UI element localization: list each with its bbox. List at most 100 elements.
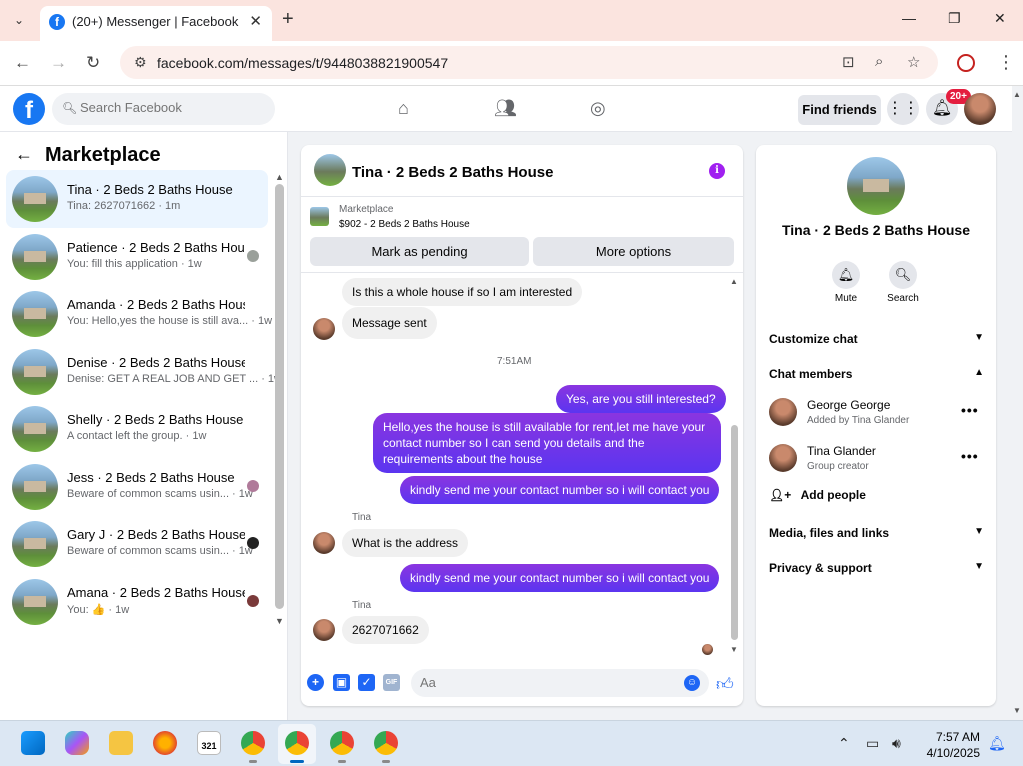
back-icon[interactable]: ←: [14, 53, 31, 73]
chat-name: Shelly · 2 Beds 2 Baths House: [67, 412, 244, 427]
restore-icon[interactable]: ❐: [948, 10, 961, 27]
chrome-icon[interactable]: [374, 731, 398, 755]
zoom-icon[interactable]: ⌕: [875, 53, 883, 70]
facebook-search[interactable]: 🔍︎: [52, 93, 275, 125]
mute-button[interactable]: 🔔︎ Mute: [821, 261, 871, 304]
thumbs-up-icon[interactable]: 👍︎: [716, 674, 734, 695]
member-options-icon[interactable]: •••: [961, 402, 979, 418]
member-avatar[interactable]: [769, 444, 797, 472]
groups-icon[interactable]: ◎: [590, 98, 606, 119]
chat-list-item[interactable]: Amana · 2 Beds 2 Baths House You: 👍 · 1w: [6, 573, 268, 631]
firefox-icon[interactable]: [153, 731, 177, 755]
outgoing-message: Yes, are you still interested?: [556, 385, 726, 413]
member-options-icon[interactable]: •••: [961, 448, 979, 464]
chat-list-panel: ← Marketplace Tina · 2 Beds 2 Baths Hous…: [0, 132, 288, 720]
listing-thumbnail[interactable]: [310, 207, 329, 226]
message-composer[interactable]: ☺: [411, 669, 709, 697]
calendar-app-icon[interactable]: 321: [197, 731, 221, 755]
minimize-icon[interactable]: —: [902, 10, 916, 26]
info-icon[interactable]: i: [709, 163, 725, 179]
member-avatar[interactable]: [769, 398, 797, 426]
tab-search-dropdown-icon[interactable]: ⌄: [8, 9, 30, 31]
bell-icon[interactable]: 🔔︎: [832, 261, 860, 289]
privacy-support-section[interactable]: Privacy & support ▼: [769, 561, 984, 575]
chat-members-section[interactable]: Chat members ▲: [769, 367, 984, 381]
close-window-icon[interactable]: ✕: [994, 10, 1006, 27]
notification-center-icon[interactable]: 🔔︎: [988, 735, 1006, 752]
customize-chat-section[interactable]: Customize chat ▼: [769, 332, 984, 346]
chevron-down-icon: ▼: [974, 332, 984, 343]
copilot-icon[interactable]: [65, 731, 89, 755]
chrome-icon[interactable]: [241, 731, 265, 755]
address-bar[interactable]: ⚙ facebook.com/messages/t/94480388219005…: [120, 46, 938, 79]
search-icon[interactable]: 🔍︎: [889, 261, 917, 289]
browser-menu-icon[interactable]: ⋮: [997, 52, 1015, 73]
browser-profile-icon[interactable]: [957, 54, 975, 72]
file-explorer-icon[interactable]: [109, 731, 133, 755]
sender-avatar[interactable]: [313, 318, 335, 340]
url-text[interactable]: facebook.com/messages/t/9448038821900547: [157, 55, 448, 71]
tab-close-icon[interactable]: ✕: [249, 12, 262, 30]
search-conversation-button[interactable]: 🔍︎ Search: [878, 261, 928, 304]
tray-chevron-up-icon[interactable]: ⌃: [838, 735, 850, 752]
messages-scrollbar[interactable]: [731, 425, 738, 640]
browser-toolbar: ← → ↻ ⚙ facebook.com/messages/t/94480388…: [0, 41, 1023, 86]
chrome-icon[interactable]: [330, 731, 354, 755]
sender-avatar[interactable]: [313, 532, 335, 554]
more-options-button[interactable]: More options: [533, 237, 734, 266]
windows-start-icon[interactable]: [21, 731, 45, 755]
conversation-title[interactable]: Tina · 2 Beds 2 Baths House: [352, 164, 553, 181]
browser-tab[interactable]: f (20+) Messenger | Facebook ✕: [40, 6, 272, 41]
member-name[interactable]: George George: [807, 398, 890, 412]
chrome-icon[interactable]: [285, 731, 309, 755]
messages-scroll-down-icon[interactable]: ▼: [730, 645, 738, 654]
gif-icon[interactable]: GIF: [383, 674, 400, 691]
messages-scroll-up-icon[interactable]: ▲: [730, 277, 738, 286]
list-scroll-up-icon[interactable]: ▲: [275, 172, 284, 182]
member-name[interactable]: Tina Glander: [807, 444, 876, 458]
listing-title[interactable]: $902 - 2 Beds 2 Baths House: [339, 219, 470, 230]
photo-icon[interactable]: ▣: [333, 674, 350, 691]
house-thumbnail: [12, 233, 58, 280]
chat-list-item[interactable]: Amanda · 2 Beds 2 Baths House You: Hello…: [6, 285, 272, 343]
home-icon[interactable]: ⌂: [398, 98, 409, 119]
back-arrow-icon[interactable]: ←: [15, 144, 33, 165]
mark-as-pending-button[interactable]: Mark as pending: [310, 237, 529, 266]
new-tab-icon[interactable]: +: [282, 8, 294, 31]
chat-list-item[interactable]: Tina · 2 Beds 2 Baths House Tina: 262707…: [6, 170, 268, 228]
chat-list-item[interactable]: Shelly · 2 Beds 2 Baths House A contact …: [6, 400, 268, 458]
sticker-icon[interactable]: ✓: [358, 674, 375, 691]
sender-avatar[interactable]: [313, 619, 335, 641]
network-icon[interactable]: ▭: [866, 735, 879, 752]
media-files-section[interactable]: Media, files and links ▼: [769, 526, 984, 540]
conversation-thumbnail[interactable]: [314, 154, 346, 186]
clock-date[interactable]: 4/10/2025: [921, 746, 980, 760]
facebook-logo-icon[interactable]: f: [13, 93, 45, 125]
reload-icon[interactable]: ↻: [86, 53, 100, 73]
list-scroll-down-icon[interactable]: ▼: [275, 616, 284, 626]
add-people-button[interactable]: 👤︎+ Add people: [769, 488, 866, 502]
friends-icon[interactable]: 👥︎: [494, 98, 517, 119]
bookmark-star-icon[interactable]: ☆: [907, 53, 920, 71]
chat-list-item[interactable]: Gary J · 2 Beds 2 Baths House Beware of …: [6, 515, 268, 573]
site-info-icon[interactable]: ⚙: [134, 54, 147, 71]
install-app-icon[interactable]: ⊡: [842, 53, 855, 71]
volume-icon[interactable]: 🔊︎: [892, 735, 901, 752]
message-input[interactable]: [420, 675, 660, 690]
forward-icon[interactable]: →: [50, 53, 67, 73]
chat-list-item[interactable]: Patience · 2 Beds 2 Baths Hou... You: fi…: [6, 228, 268, 286]
add-person-icon: 👤︎+: [769, 488, 792, 502]
chat-list-item[interactable]: Denise · 2 Beds 2 Baths House Denise: GE…: [6, 343, 282, 401]
emoji-icon[interactable]: ☺: [684, 675, 700, 691]
page-scroll-up-icon[interactable]: ▲: [1013, 90, 1021, 99]
page-scroll-down-icon[interactable]: ▼: [1013, 706, 1021, 715]
chat-list-scrollbar[interactable]: [275, 184, 284, 609]
clock-time[interactable]: 7:57 AM: [928, 730, 980, 744]
message-line: requirements about the house: [383, 452, 543, 466]
plus-icon[interactable]: +: [307, 674, 324, 691]
facebook-search-input[interactable]: [80, 100, 260, 115]
chat-list-item[interactable]: Jess · 2 Beds 2 Baths House Beware of co…: [6, 458, 268, 516]
menu-grid-icon[interactable]: ⋮⋮: [887, 93, 919, 125]
account-avatar[interactable]: [964, 93, 996, 125]
find-friends-button[interactable]: Find friends: [798, 95, 881, 125]
